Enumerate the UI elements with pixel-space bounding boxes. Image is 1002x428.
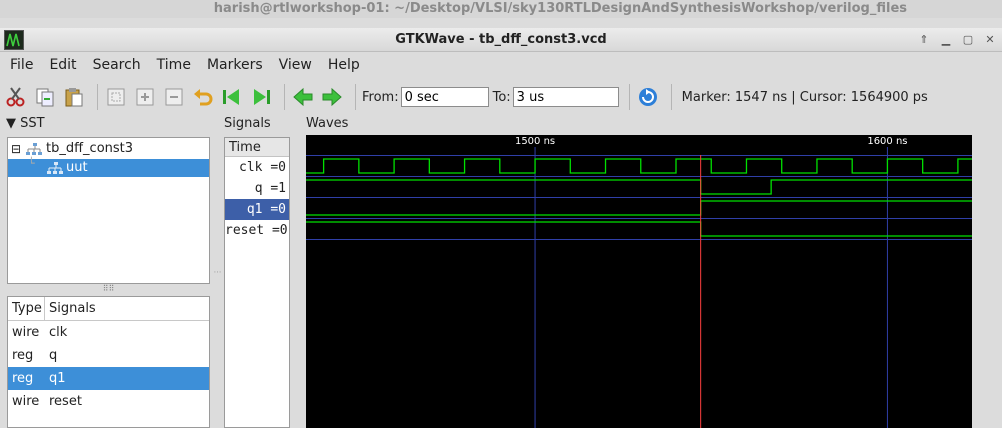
- to-input[interactable]: [512, 87, 619, 107]
- menu-bar: File Edit Search Time Markers View Help: [0, 53, 1002, 77]
- close-icon[interactable]: ✕: [982, 32, 998, 48]
- signal-name-q1[interactable]: q1 =0: [225, 199, 289, 220]
- signal-row-clk[interactable]: wire clk: [8, 321, 209, 344]
- sst-tree[interactable]: ⊟ tb_dff_const3 └ uut: [7, 137, 210, 284]
- wave-q1: [306, 200, 972, 216]
- signal-name-q[interactable]: q =1: [225, 178, 289, 199]
- reload-button[interactable]: [636, 85, 660, 109]
- sst-signal-list[interactable]: Type Signals wire clk reg q reg q1 wire rese…: [7, 296, 210, 428]
- tree-item-tb_dff_const3[interactable]: ⊟ tb_dff_const3: [8, 140, 209, 158]
- waves-right-margin: [972, 135, 1002, 428]
- undo-icon: [194, 89, 213, 106]
- signal-name-reset[interactable]: reset =0: [225, 220, 289, 241]
- module-tree-icon: [47, 162, 63, 174]
- zoom-end-icon: [254, 89, 270, 105]
- zoom-fit-button[interactable]: [104, 85, 128, 109]
- signal-list-header: Type Signals: [8, 297, 209, 321]
- pane-splitter-horizontal[interactable]: ⠿⠿: [7, 284, 210, 294]
- minimize-icon[interactable]: ▁: [938, 32, 954, 48]
- wave-reset: [306, 221, 972, 237]
- pane-splitter-vertical[interactable]: [294, 116, 302, 428]
- ruler-label: 1600 ns: [867, 136, 907, 147]
- cut-button[interactable]: [4, 85, 28, 109]
- zoom-to-end-button[interactable]: [249, 85, 273, 109]
- signal-row-reset[interactable]: wire reset: [8, 390, 209, 413]
- wave-q: [306, 179, 972, 195]
- zoom-to-start-button[interactable]: [220, 85, 244, 109]
- zoom-fit-icon: [107, 88, 125, 106]
- signal-name-clk[interactable]: clk =0: [225, 157, 289, 178]
- menu-file[interactable]: File: [2, 57, 41, 73]
- signal-row-q1[interactable]: reg q1: [8, 367, 209, 390]
- wave-clk: [306, 158, 994, 174]
- pane-splitter-vertical[interactable]: ⋮: [213, 116, 222, 428]
- menu-markers[interactable]: Markers: [199, 57, 271, 73]
- tree-item-uut[interactable]: └ uut: [8, 157, 209, 177]
- marker-cursor-status: Marker: 1547 ns | Cursor: 1564900 ps: [681, 89, 928, 105]
- menu-search[interactable]: Search: [85, 57, 149, 73]
- signal-row-q[interactable]: reg q: [8, 344, 209, 367]
- zoom-out-icon: [165, 88, 183, 106]
- column-type[interactable]: Type: [8, 297, 45, 320]
- from-label: From:: [362, 89, 399, 105]
- sst-header[interactable]: ▼ SST: [6, 116, 45, 131]
- signals-time-header: Time: [225, 138, 289, 157]
- zoom-out-button[interactable]: [162, 85, 186, 109]
- column-signals[interactable]: Signals: [45, 297, 96, 320]
- undo-zoom-button[interactable]: [191, 85, 215, 109]
- menu-edit[interactable]: Edit: [41, 57, 84, 73]
- tree-expander-icon[interactable]: ⊟: [11, 140, 21, 158]
- find-prev-edge-button[interactable]: [291, 85, 315, 109]
- copy-button[interactable]: [33, 85, 57, 109]
- ruler-label: 1500 ns: [515, 136, 555, 147]
- paste-icon: [65, 88, 83, 107]
- signals-title: Signals: [224, 116, 271, 131]
- tree-item-label: tb_dff_const3: [46, 141, 134, 156]
- tree-item-label: uut: [66, 160, 88, 175]
- window-title: GTKWave - tb_dff_const3.vcd: [395, 32, 607, 47]
- waveform-canvas[interactable]: 1500 ns 1600 ns: [306, 135, 994, 428]
- toolbar-separator: [284, 84, 285, 110]
- toolbar-separator: [670, 84, 672, 110]
- collapse-triangle-icon[interactable]: ▼: [6, 116, 16, 131]
- from-input[interactable]: [400, 87, 489, 107]
- find-next-edge-button[interactable]: [320, 85, 344, 109]
- copy-icon: [36, 88, 54, 107]
- waves-title: Waves: [306, 116, 349, 131]
- zoom-start-icon: [223, 89, 239, 105]
- sst-title: SST: [20, 116, 45, 131]
- desktop-title: harish@rtlworkshop-01: ~/Desktop/VLSI/sk…: [0, 0, 1002, 18]
- toolbar-separator: [355, 84, 356, 110]
- waves-panel[interactable]: 1500 ns 1600 ns: [306, 135, 994, 428]
- scissors-icon: [6, 87, 25, 107]
- reload-icon: [638, 88, 657, 106]
- maximize-icon[interactable]: ▢: [960, 32, 976, 48]
- toolbar: From: To: Marker: 1547 ns | Cursor: 1564…: [0, 80, 1002, 114]
- paste-button[interactable]: [62, 85, 86, 109]
- zoom-in-icon: [136, 88, 154, 106]
- signals-panel[interactable]: Time clk =0 q =1 q1 =0 reset =0: [224, 137, 290, 428]
- to-label: To:: [492, 89, 511, 105]
- menu-view[interactable]: View: [271, 57, 320, 73]
- zoom-in-button[interactable]: [133, 85, 157, 109]
- arrow-right-icon: [322, 87, 342, 107]
- menu-time[interactable]: Time: [149, 57, 199, 73]
- toolbar-separator: [97, 84, 98, 110]
- arrow-left-icon: [293, 87, 313, 107]
- shade-icon[interactable]: ⇑: [916, 32, 932, 48]
- window-titlebar[interactable]: GTKWave - tb_dff_const3.vcd ⇑ ▁ ▢ ✕: [0, 28, 1002, 52]
- toolbar-separator: [628, 84, 630, 110]
- menu-help[interactable]: Help: [320, 57, 368, 73]
